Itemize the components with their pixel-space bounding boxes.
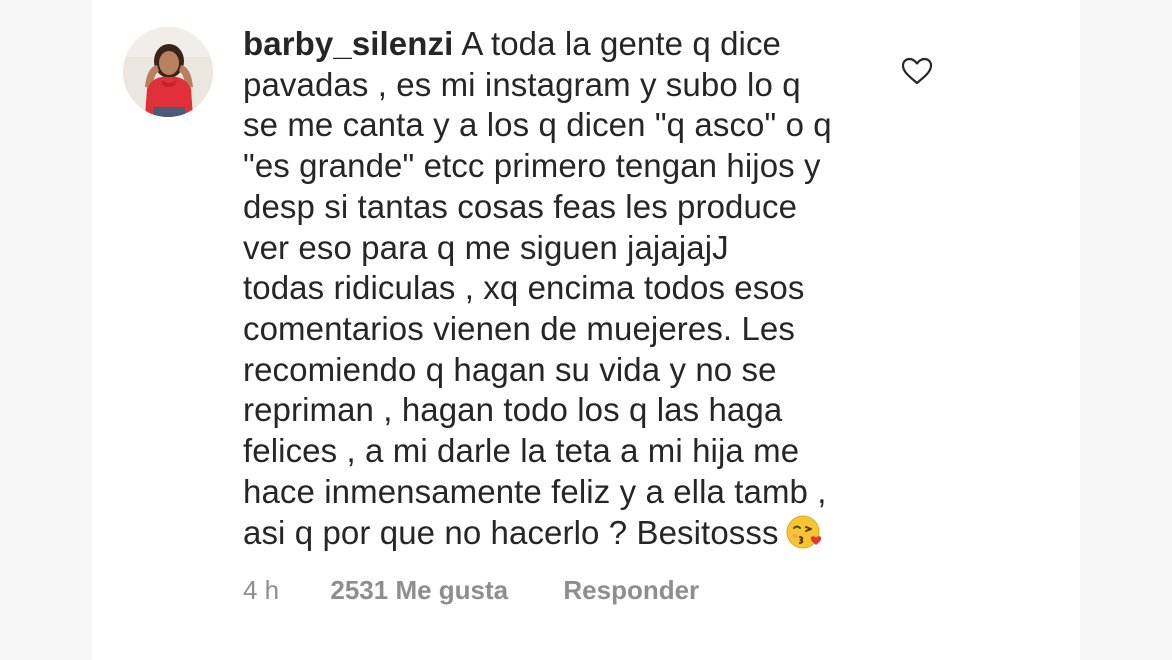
comment-line: ver eso para q me siguen jajajajJ — [243, 228, 729, 266]
comment-line: desp si tantas cosas feas les produce — [243, 187, 798, 225]
comment-line: asi q por que no hacerlo ? Besitosss — [243, 512, 883, 554]
comment-line: "es grande" etcc primero tengan hijos y — [243, 147, 821, 185]
comment-meta: 4 h 2531 Me gusta Responder — [243, 572, 699, 608]
comment-username[interactable]: barby_silenzi — [243, 25, 453, 62]
comment-line: barby_silenzi A toda la gente q dice — [243, 25, 782, 62]
comment-text: barby_silenzi A toda la gente q dice pava… — [243, 24, 883, 554]
comment-line: comentarios vienen de muejeres. Les — [243, 309, 795, 347]
reply-button[interactable]: Responder — [563, 572, 699, 608]
screenshot-frame: barby_silenzi A toda la gente q dice pava… — [0, 0, 1172, 660]
kissing-face-with-heart-emoji — [786, 515, 821, 549]
comment-line: pavadas , es mi instagram y subo lo q — [243, 65, 801, 103]
comment-line: repriman , hagan todo los q las haga — [243, 391, 783, 429]
heart-outline-icon[interactable] — [900, 56, 934, 86]
comment-line: felices , a mi darle la teta a mi hija m… — [243, 432, 800, 470]
avatar[interactable] — [123, 27, 213, 117]
comment-line: recomiendo q hagan su vida y no se — [243, 350, 777, 388]
comment-line: todas ridiculas , xq encima todos esos — [243, 269, 805, 307]
comment-line: hace inmensamente feliz y a ella tamb , — [243, 472, 827, 510]
comment-line: se me canta y a los q dicen "q asco" o q — [243, 106, 832, 144]
comment-timestamp[interactable]: 4 h — [243, 572, 279, 608]
avatar-image — [123, 27, 213, 117]
likes-count-link[interactable]: 2531 Me gusta — [330, 572, 508, 608]
